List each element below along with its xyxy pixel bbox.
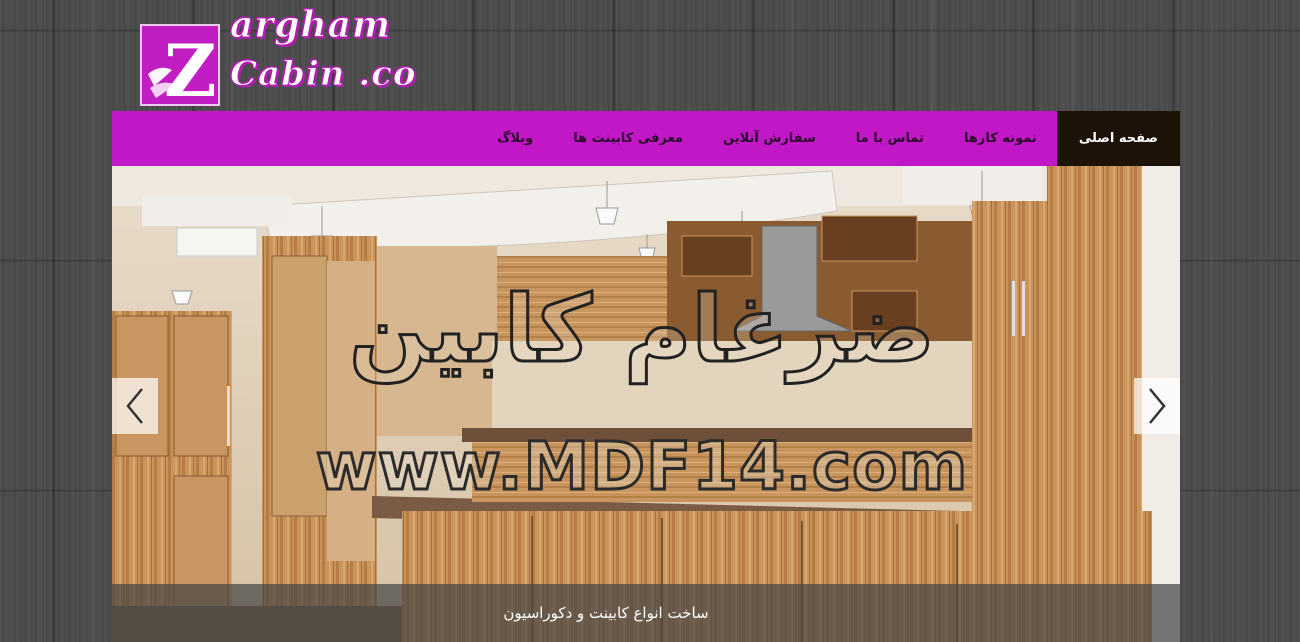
nav-item-online-order[interactable]: سفارش آنلاین	[703, 111, 836, 166]
logo-text-line2: Cabin .co	[230, 54, 417, 95]
watermark-brand-text: ضرغام کابین	[348, 275, 935, 385]
slider-prev-button[interactable]	[112, 378, 158, 434]
logo-text-line1: argham	[229, 4, 392, 47]
image-slider: ضرغام کابین www.MDF14.com ساخت انواع کاب…	[112, 166, 1180, 642]
slide-caption: ساخت انواع کابینت و دکوراسیون	[503, 604, 709, 622]
chevron-left-icon	[126, 388, 143, 424]
logo-letter: Z	[164, 28, 217, 104]
watermark-url-text: www.MDF14.com	[314, 427, 969, 507]
nav-item-home[interactable]: صفحه اصلی	[1056, 111, 1180, 166]
nav-item-contact[interactable]: تماس با ما	[836, 111, 944, 166]
chevron-right-icon	[1149, 388, 1166, 424]
slider-next-button[interactable]	[1134, 378, 1180, 434]
nav-item-cabinets[interactable]: معرفی کابینت ها	[553, 111, 703, 166]
site-logo[interactable]: Z argham Cabin .co	[140, 4, 416, 108]
logo-emblem: Z	[140, 24, 220, 106]
kitchen-photo	[112, 166, 1180, 642]
main-nav: صفحه اصلی نمونه کارها تماس با ما سفارش آ…	[112, 111, 1180, 166]
slide-caption-bar: ساخت انواع کابینت و دکوراسیون	[112, 584, 1180, 642]
nav-item-blog[interactable]: وبلاگ	[477, 111, 553, 166]
nav-item-portfolio[interactable]: نمونه کارها	[944, 111, 1057, 166]
